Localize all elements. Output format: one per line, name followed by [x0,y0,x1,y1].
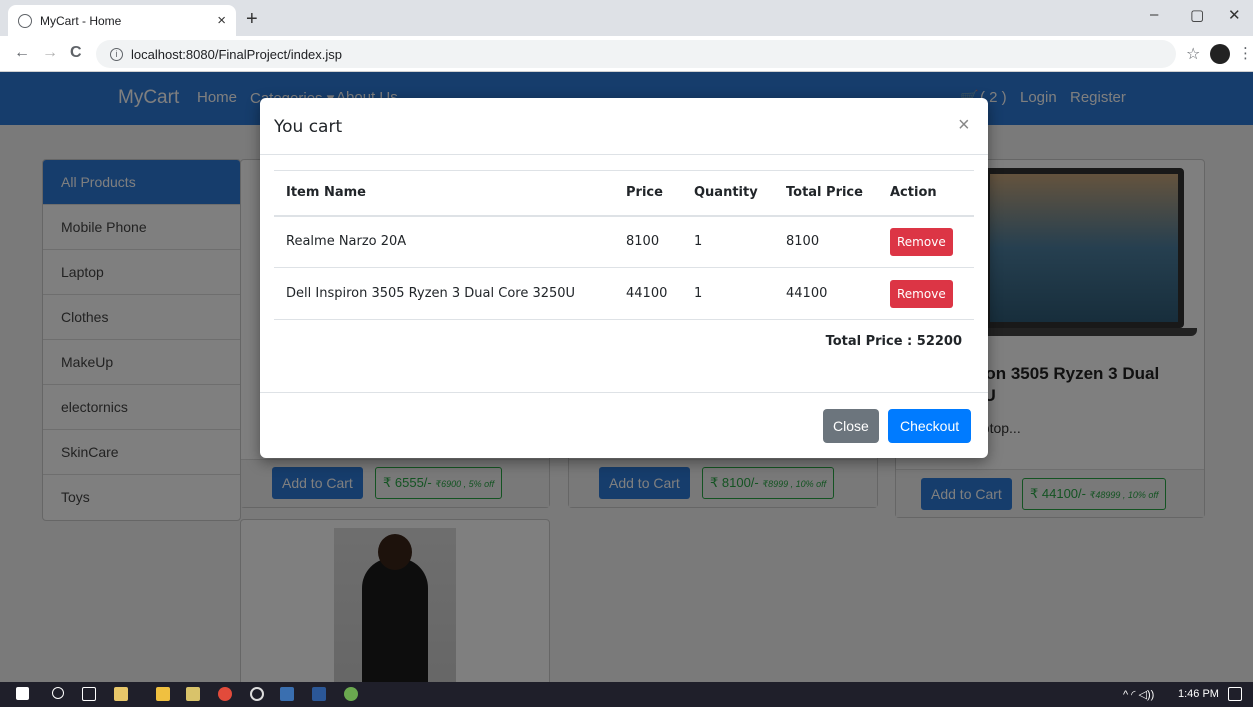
modal-footer: Close Checkout [260,392,988,458]
reload-icon[interactable]: C [70,44,82,62]
col-action: Action [878,170,974,217]
cart-modal: You cart × Item Name Price Quantity Tota… [260,98,988,458]
col-item-name: Item Name [274,170,614,217]
url-field[interactable]: i localhost:8080/FinalProject/index.jsp [96,40,1176,68]
tab-close-icon[interactable]: × [217,12,226,29]
word-icon[interactable] [312,687,326,701]
cell-quantity: 1 [682,215,774,268]
info-icon[interactable]: i [110,47,123,61]
taskbar-clock[interactable]: 1:46 PM [1178,688,1219,700]
cell-action: Remove [878,267,974,320]
notepad-icon[interactable] [186,687,200,701]
address-bar: ← → C i localhost:8080/FinalProject/inde… [0,36,1253,72]
table-row: Realme Narzo 20A 8100 1 8100 Remove [274,215,974,268]
search-icon[interactable] [52,687,64,699]
url-text: localhost:8080/FinalProject/index.jsp [131,46,343,62]
cell-total: 8100 [774,215,878,268]
remove-button[interactable]: Remove [890,279,953,308]
table-header-row: Item Name Price Quantity Total Price Act… [274,170,974,217]
col-price: Price [614,170,682,217]
browser-menu-icon[interactable]: ⋮ [1238,44,1253,62]
windows-taskbar: ^ ◜ ◁)) 1:46 PM [0,682,1253,707]
modal-close-icon[interactable]: × [958,114,970,137]
cell-price: 44100 [614,267,682,320]
store-icon[interactable] [114,687,128,701]
col-quantity: Quantity [682,170,774,217]
remove-button[interactable]: Remove [890,227,953,256]
maximize-icon[interactable]: ▢ [1190,6,1204,24]
profile-avatar[interactable] [1210,44,1230,64]
cart-table: Item Name Price Quantity Total Price Act… [274,170,974,320]
globe-icon [18,13,32,28]
app-icon[interactable] [344,687,358,701]
back-icon[interactable]: ← [14,44,30,62]
bookmark-star-icon[interactable]: ☆ [1186,44,1200,64]
cell-quantity: 1 [682,267,774,320]
forward-icon[interactable]: → [42,44,58,62]
cell-total: 44100 [774,267,878,320]
new-tab-icon[interactable]: + [246,8,258,31]
checkout-button[interactable]: Checkout [888,409,972,443]
col-total-price: Total Price [774,170,878,217]
tab-title: MyCart - Home [40,13,122,28]
browser-tabbar: MyCart - Home × + – ▢ ✕ [0,0,1253,36]
folder-icon[interactable] [156,687,170,701]
minimize-icon[interactable]: – [1150,6,1158,23]
windows-start-icon[interactable] [16,687,29,700]
system-tray-icons[interactable]: ^ ◜ ◁)) [1123,688,1154,701]
settings-gear-icon[interactable] [250,687,264,701]
modal-header: You cart × [260,98,988,155]
browser-tab[interactable]: MyCart - Home × [8,5,236,36]
cell-action: Remove [878,215,974,268]
cart-total: Total Price : 52200 [825,334,962,349]
task-view-icon[interactable] [82,687,96,701]
table-row: Dell Inspiron 3505 Ryzen 3 Dual Core 325… [274,267,974,320]
notifications-icon[interactable] [1228,687,1242,701]
window-close-icon[interactable]: ✕ [1228,6,1241,24]
modal-title: You cart [274,117,343,137]
cell-item-name: Realme Narzo 20A [274,215,614,268]
cell-item-name: Dell Inspiron 3505 Ryzen 3 Dual Core 325… [274,267,614,320]
close-button[interactable]: Close [823,409,879,443]
netbeans-icon[interactable] [280,687,294,701]
cell-price: 8100 [614,215,682,268]
chrome-icon[interactable] [218,687,232,701]
